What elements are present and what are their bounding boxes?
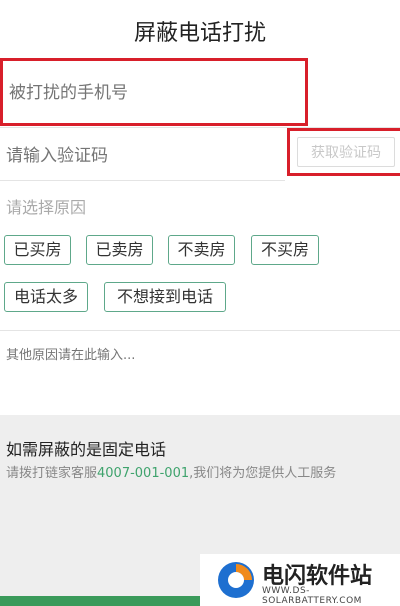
hint-prefix: 请拨打链家客服 bbox=[6, 466, 98, 481]
page-header: 屏蔽电话打扰 bbox=[0, 0, 400, 62]
verification-code-input[interactable] bbox=[0, 132, 278, 180]
fixed-line-title: 如需屏蔽的是固定电话 bbox=[6, 440, 167, 459]
hint-suffix: ,我们将为您提供人工服务 bbox=[189, 466, 337, 481]
code-button-highlight: 获取验证码 bbox=[287, 128, 400, 176]
reason-tag-not-selling[interactable]: 不卖房 bbox=[168, 235, 235, 265]
get-code-button[interactable]: 获取验证码 bbox=[297, 137, 395, 167]
reason-tag-no-calls[interactable]: 不想接到电话 bbox=[104, 282, 226, 312]
watermark-subtitle: WWW.DS-SOLARBATTERY.COM bbox=[262, 586, 362, 606]
watermark: 电闪软件站 WWW.DS-SOLARBATTERY.COM bbox=[200, 554, 400, 606]
reason-tag-not-buying[interactable]: 不买房 bbox=[251, 235, 319, 265]
reason-tag-sold[interactable]: 已卖房 bbox=[86, 235, 153, 265]
watermark-logo-icon bbox=[218, 562, 254, 598]
submit-bar[interactable] bbox=[0, 596, 210, 606]
phone-field-highlight bbox=[0, 58, 313, 126]
reason-tag-too-many-calls[interactable]: 电话太多 bbox=[4, 282, 88, 312]
divider bbox=[0, 330, 400, 331]
reason-tag-bought[interactable]: 已买房 bbox=[4, 235, 71, 265]
reason-label: 请选择原因 bbox=[6, 198, 87, 217]
page-title: 屏蔽电话打扰 bbox=[133, 21, 266, 46]
phone-input[interactable] bbox=[3, 61, 313, 125]
other-reason-input[interactable] bbox=[0, 334, 400, 412]
hotline-number[interactable]: 4007-001-001 bbox=[97, 466, 189, 481]
fixed-line-hint: 请拨打链家客服4007-001-001,我们将为您提供人工服务 bbox=[6, 462, 336, 481]
divider bbox=[0, 180, 285, 181]
